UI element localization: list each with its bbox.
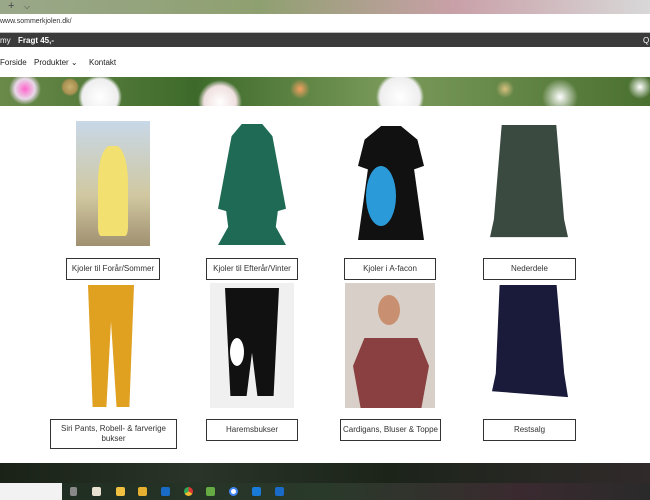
category-button[interactable]: Siri Pants, Robell- & farverige bukser: [50, 419, 177, 449]
product-image[interactable]: [345, 283, 435, 408]
shipping-text: Fragt 45,-: [18, 36, 55, 45]
shopify-icon[interactable]: [206, 487, 215, 496]
product-image[interactable]: [492, 285, 568, 398]
category-button[interactable]: Kjoler til Forår/Sommer: [66, 258, 160, 280]
browser-tab-bar: + ⌵: [0, 0, 650, 14]
nav-produkter[interactable]: Produkter ⌄: [34, 58, 78, 67]
taskbar: [0, 483, 650, 500]
product-image[interactable]: [210, 283, 294, 408]
hero-banner: [0, 77, 650, 106]
category-button[interactable]: Restsalg: [483, 419, 576, 441]
nav-kontakt[interactable]: Kontakt: [89, 58, 116, 67]
store-icon[interactable]: [92, 487, 101, 496]
taskbar-search[interactable]: [0, 483, 62, 500]
file-explorer-icon[interactable]: [116, 487, 125, 496]
search-icon[interactable]: Q: [643, 36, 649, 45]
new-tab-button[interactable]: +: [8, 0, 14, 12]
main-nav: Forside Produkter ⌄ Kontakt: [0, 47, 650, 77]
outlook-icon[interactable]: [161, 487, 170, 496]
chrome-icon[interactable]: [184, 487, 193, 496]
topbar-text: my: [0, 36, 11, 45]
category-button[interactable]: Kjoler til Efterår/Vinter: [206, 258, 298, 280]
top-info-bar: my Fragt 45,- Q: [0, 33, 650, 47]
files-icon[interactable]: [138, 487, 147, 496]
edge-icon[interactable]: [252, 487, 261, 496]
product-image[interactable]: [76, 121, 150, 246]
nav-forside[interactable]: Forside: [0, 58, 27, 67]
product-image[interactable]: [88, 285, 134, 407]
product-image[interactable]: [358, 126, 424, 240]
google-icon[interactable]: [229, 487, 238, 496]
outlook-2-icon[interactable]: [275, 487, 284, 496]
tab-list-button[interactable]: ⌵: [24, 2, 30, 12]
product-image[interactable]: [218, 124, 286, 245]
category-button[interactable]: Nederdele: [483, 258, 576, 280]
product-image[interactable]: [490, 125, 568, 238]
address-bar[interactable]: www.sommerkjolen.dk/: [0, 14, 650, 33]
category-button[interactable]: Haremsbukser: [206, 419, 298, 441]
task-view-icon[interactable]: [70, 487, 77, 496]
category-button[interactable]: Cardigans, Bluser & Toppe: [340, 419, 441, 441]
footer-image: [0, 463, 650, 483]
category-button[interactable]: Kjoler i A-facon: [344, 258, 436, 280]
